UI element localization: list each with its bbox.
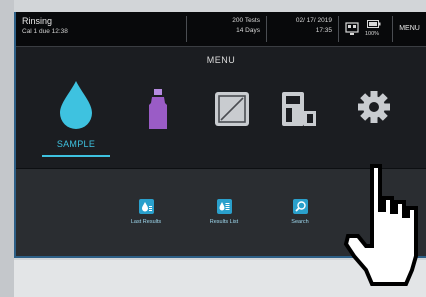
submenu-last-results-label: Last Results [130,219,162,225]
search-icon [292,199,308,214]
tests-remaining: 200 Tests 14 Days [186,16,266,42]
selected-indicator [42,155,110,157]
menu-item-calibration[interactable] [202,77,262,157]
date-time: 02/ 17/ 2019 17:35 [266,16,338,42]
pointer-hand-icon [343,164,418,286]
menu-button[interactable]: MENU [392,16,426,42]
submenu-results-list[interactable]: Results List [194,199,254,225]
network-icon [345,22,359,35]
menu-item-sample-label: SAMPLE [56,139,96,149]
droplet-icon [60,81,92,129]
status-subtitle: Cal 1 due 12:38 [22,28,68,35]
status-title: Rinsing [22,16,53,26]
calibration-chart-icon [215,92,249,126]
menu-item-reagents[interactable] [128,77,188,157]
days-remaining: 14 Days [236,27,260,34]
menu-panel: MENU SAMPLE [16,47,426,168]
submenu-search[interactable]: Search [270,199,330,225]
gear-icon [358,91,390,123]
status-icons: 100% [338,16,392,42]
submenu-search-label: Search [291,219,309,225]
menu-title: MENU [206,55,236,65]
battery-icon [367,20,381,28]
submenu-last-results[interactable]: Last Results [116,199,176,225]
tests-count: 200 Tests [232,17,260,24]
device-bezel [0,0,14,297]
date-text: 02/ 17/ 2019 [295,17,332,24]
menu-item-analyzer[interactable] [270,77,330,157]
battery-percent: 100% [365,31,380,37]
analyzer-device-icon [282,92,316,126]
reagent-vial-icon [149,89,167,129]
results-list-icon [216,199,232,214]
menu-item-sample[interactable]: SAMPLE [40,77,112,157]
menu-item-settings[interactable] [344,77,404,157]
status-bar: Rinsing Cal 1 due 12:38 200 Tests 14 Day… [16,12,426,47]
status-info: Rinsing Cal 1 due 12:38 [22,16,68,37]
last-results-icon [138,199,154,214]
submenu-results-list-label: Results List [209,219,239,225]
time-text: 17:35 [315,27,332,34]
